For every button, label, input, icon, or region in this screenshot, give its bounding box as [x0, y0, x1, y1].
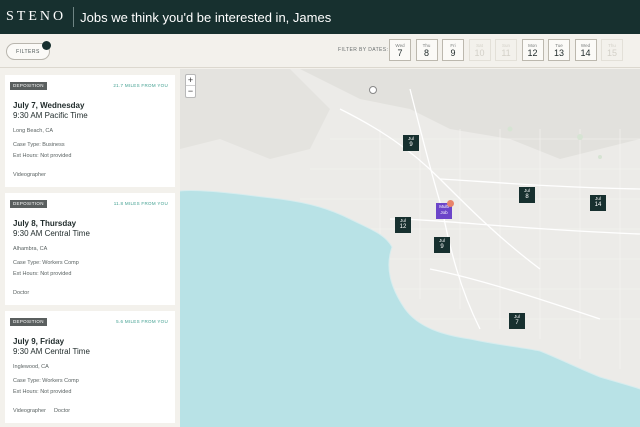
zoom-in-button[interactable]: +	[186, 75, 195, 86]
date-filter-thu-8[interactable]: Thu 8	[415, 39, 438, 61]
map[interactable]: + − Jul 9 Jul 8 Jul 14 Jul 12 Multi Job Jul 9 …	[180, 69, 640, 427]
date-filter-sat-10: Sat 10	[468, 39, 491, 61]
job-type-badge: DEPOSITION	[10, 318, 47, 326]
job-roles: Doctor	[13, 290, 37, 296]
pin-day: 9	[440, 244, 444, 250]
job-time: 9:30 AM Central Time	[13, 229, 90, 238]
pin-day: 8	[525, 194, 529, 200]
pin-day: 12	[399, 224, 407, 230]
filters-active-dot	[42, 41, 51, 50]
date-filter-list: Wed 7 Thu 8 Fri 9 Sat 10 Sun 11 Mon 12 Tue 13 W…	[389, 39, 628, 61]
map-pin[interactable]: Jul 8	[519, 187, 535, 203]
date-filter-sun-11: Sun 11	[495, 39, 517, 61]
date-filter-wed-14[interactable]: Wed 14	[574, 39, 597, 61]
map-pin[interactable]: Jul 7	[509, 313, 525, 329]
map-pin[interactable]: Jul 9	[434, 237, 450, 253]
filter-by-dates-label: FILTER BY DATES:	[338, 47, 389, 53]
job-card[interactable]: DEPOSITION 21.7 MILES FROM YOU July 7, W…	[5, 75, 175, 187]
date-num: 10	[474, 48, 485, 58]
date-filter-fri-9[interactable]: Fri 9	[442, 39, 464, 61]
job-time: 9:30 AM Central Time	[13, 347, 90, 356]
job-case-type: Case Type: Workers Comp	[13, 260, 79, 266]
job-ext-hours: Ext Hours: Not provided	[13, 271, 72, 277]
map-pin[interactable]: Jul 14	[590, 195, 606, 211]
date-num: 14	[580, 48, 591, 58]
date-filter-wed-7[interactable]: Wed 7	[389, 39, 411, 61]
job-role: Videographer	[13, 408, 46, 414]
job-time: 9:30 AM Pacific Time	[13, 111, 88, 120]
pin-day: 9	[409, 142, 413, 148]
date-num: 11	[501, 48, 511, 58]
job-distance: 21.7 MILES FROM YOU	[113, 83, 168, 88]
top-bar: STENO Jobs we think you'd be interested …	[0, 0, 640, 34]
job-case-type: Case Type: Business	[13, 142, 65, 148]
job-location: Long Beach, CA	[13, 128, 54, 134]
job-date: July 7, Wednesday	[13, 101, 85, 110]
header-divider	[73, 7, 75, 27]
date-filter-tue-13[interactable]: Tue 13	[548, 39, 570, 61]
date-num: 12	[527, 48, 538, 58]
filter-bar: FILTERS FILTER BY DATES: Wed 7 Thu 8 Fri 9 …	[0, 34, 640, 68]
multi-job-count-badge	[447, 200, 454, 207]
date-num: 8	[423, 48, 429, 58]
pin-day: 7	[515, 320, 519, 326]
job-type-badge: DEPOSITION	[10, 200, 47, 208]
date-filter-thu-15: Thu 15	[601, 39, 623, 61]
map-basemap	[180, 69, 640, 427]
pin-day: 14	[594, 202, 602, 208]
job-list: DEPOSITION 21.7 MILES FROM YOU July 7, W…	[0, 69, 180, 427]
job-type-badge: DEPOSITION	[10, 82, 47, 90]
steno-logo[interactable]: STENO	[6, 9, 66, 25]
page-title: Jobs we think you'd be interested in, Ja…	[80, 9, 332, 25]
map-pin[interactable]: Jul 12	[395, 217, 411, 233]
job-date: July 8, Thursday	[13, 219, 77, 228]
job-card[interactable]: DEPOSITION 5.6 MILES FROM YOU July 9, Fr…	[5, 311, 175, 423]
job-distance: 11.8 MILES FROM YOU	[113, 201, 168, 206]
job-date: July 9, Friday	[13, 337, 65, 346]
job-distance: 5.6 MILES FROM YOU	[116, 319, 168, 324]
job-roles: Videographer Doctor	[13, 408, 78, 414]
job-card[interactable]: DEPOSITION 11.8 MILES FROM YOU July 8, T…	[5, 193, 175, 305]
job-ext-hours: Ext Hours: Not provided	[13, 153, 72, 159]
map-pin[interactable]: Jul 9	[403, 135, 419, 151]
date-num: 13	[553, 48, 564, 58]
date-filter-mon-12[interactable]: Mon 12	[521, 39, 544, 61]
job-case-type: Case Type: Workers Comp	[13, 378, 79, 384]
job-location: Alhambra, CA	[13, 246, 48, 252]
pin-day: Job	[440, 210, 448, 215]
job-roles: Videographer	[13, 172, 54, 178]
date-num: 7	[397, 48, 403, 58]
job-role: Doctor	[13, 290, 30, 296]
date-num: 9	[450, 48, 456, 58]
job-role: Doctor	[53, 408, 71, 414]
job-ext-hours: Ext Hours: Not provided	[13, 389, 72, 395]
zoom-out-button[interactable]: −	[186, 86, 195, 97]
map-zoom-control: + −	[185, 74, 196, 98]
job-location: Inglewood, CA	[13, 364, 49, 370]
date-num: 15	[606, 48, 617, 58]
job-role: Videographer	[13, 172, 46, 178]
